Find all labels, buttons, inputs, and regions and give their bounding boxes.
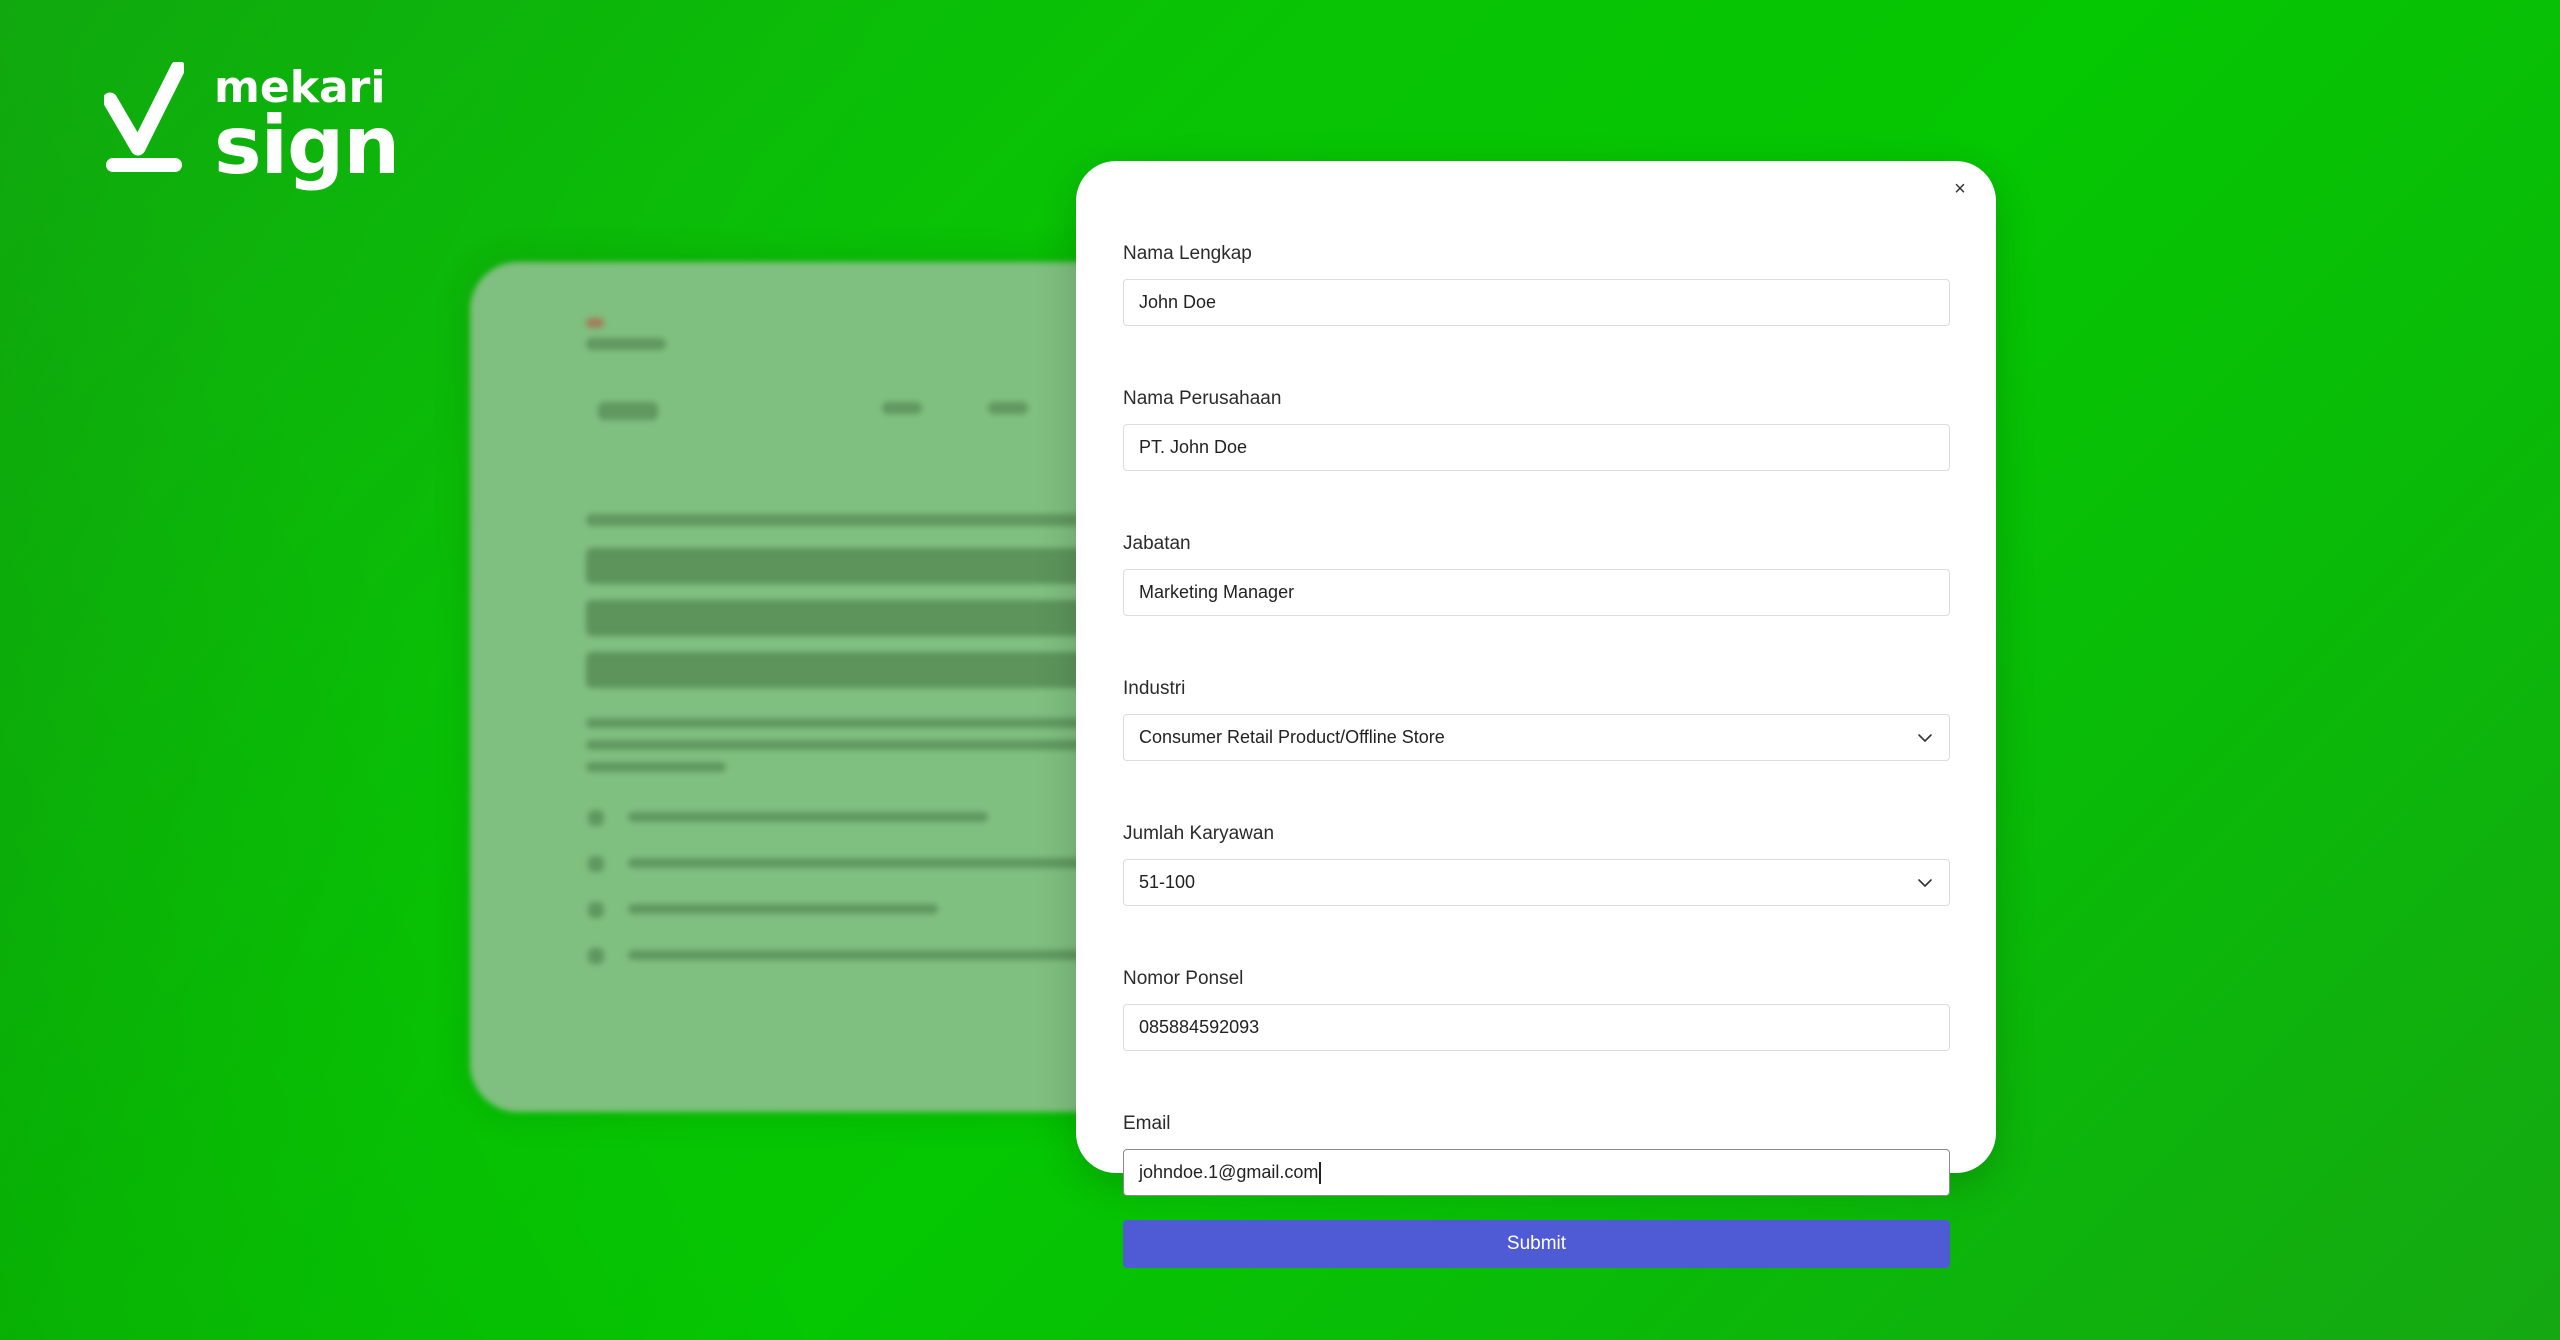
field-label: Jabatan xyxy=(1123,533,1191,554)
chevron-down-icon xyxy=(1918,878,1932,887)
blurred-line xyxy=(586,740,1126,750)
blurred-line xyxy=(628,950,1108,960)
chevron-down-icon xyxy=(1918,733,1932,742)
blurred-line xyxy=(588,948,604,964)
text-caret xyxy=(1319,1161,1321,1184)
field-jumlah-karyawan: Jumlah Karyawan 51-100 xyxy=(1123,823,1950,906)
lead-form-modal: × Nama Lengkap John Doe Nama Perusahaan … xyxy=(1076,161,1996,1268)
lead-form: Nama Lengkap John Doe Nama Perusahaan PT… xyxy=(1123,243,1950,1268)
blurred-line xyxy=(586,514,1146,526)
input-value: PT. John Doe xyxy=(1139,437,1248,457)
blurred-line xyxy=(586,548,1116,584)
blurred-line xyxy=(586,718,1146,728)
blurred-line xyxy=(598,402,658,420)
blurred-line xyxy=(988,402,1028,414)
input-value: John Doe xyxy=(1139,292,1217,312)
blurred-line xyxy=(882,402,922,414)
select-value: Consumer Retail Product/Offline Store xyxy=(1139,727,1445,747)
industri-select[interactable]: Consumer Retail Product/Offline Store xyxy=(1123,714,1950,761)
field-label: Jumlah Karyawan xyxy=(1123,823,1275,844)
blurred-line xyxy=(588,902,604,918)
blurred-line xyxy=(628,812,988,822)
blurred-line xyxy=(588,810,604,826)
blurred-line xyxy=(586,652,1126,688)
blurred-line xyxy=(588,856,604,872)
brand-wordmark: mekari sign xyxy=(214,62,400,192)
nomor-ponsel-input[interactable]: 085884592093 xyxy=(1123,1004,1950,1051)
blurred-line xyxy=(586,600,1086,636)
field-nama-lengkap: Nama Lengkap John Doe xyxy=(1123,243,1950,326)
email-input[interactable]: johndoe.1@gmail.com xyxy=(1123,1149,1950,1196)
field-label: Industri xyxy=(1123,678,1186,699)
field-label: Nomor Ponsel xyxy=(1123,968,1244,989)
field-label: Email xyxy=(1123,1113,1171,1134)
brand-name-bottom: sign xyxy=(214,99,400,192)
field-label: Nama Perusahaan xyxy=(1123,388,1282,409)
field-industri: Industri Consumer Retail Product/Offline… xyxy=(1123,678,1950,761)
blurred-background-card xyxy=(470,262,1170,1112)
blurred-line xyxy=(628,904,938,914)
input-value: 085884592093 xyxy=(1139,1017,1260,1037)
field-jabatan: Jabatan Marketing Manager xyxy=(1123,533,1950,616)
blurred-line xyxy=(628,858,1088,868)
checkmark-logo-icon xyxy=(104,62,184,172)
jumlah-karyawan-select[interactable]: 51-100 xyxy=(1123,859,1950,906)
blurred-line xyxy=(586,762,726,772)
field-label: Nama Lengkap xyxy=(1123,243,1252,264)
blurred-line xyxy=(586,318,604,328)
field-nama-perusahaan: Nama Perusahaan PT. John Doe xyxy=(1123,388,1950,471)
field-nomor-ponsel: Nomor Ponsel 085884592093 xyxy=(1123,968,1950,1051)
input-value: Marketing Manager xyxy=(1139,582,1295,602)
brand-logo: mekari sign xyxy=(104,62,400,192)
field-email: Email johndoe.1@gmail.com xyxy=(1123,1113,1950,1196)
input-value: johndoe.1@gmail.com xyxy=(1139,1162,1319,1182)
nama-perusahaan-input[interactable]: PT. John Doe xyxy=(1123,424,1950,471)
nama-lengkap-input[interactable]: John Doe xyxy=(1123,279,1950,326)
select-value: 51-100 xyxy=(1139,872,1196,892)
submit-button[interactable]: Submit xyxy=(1123,1220,1950,1268)
blurred-line xyxy=(586,338,666,350)
close-button[interactable]: × xyxy=(1946,175,1974,203)
jabatan-input[interactable]: Marketing Manager xyxy=(1123,569,1950,616)
